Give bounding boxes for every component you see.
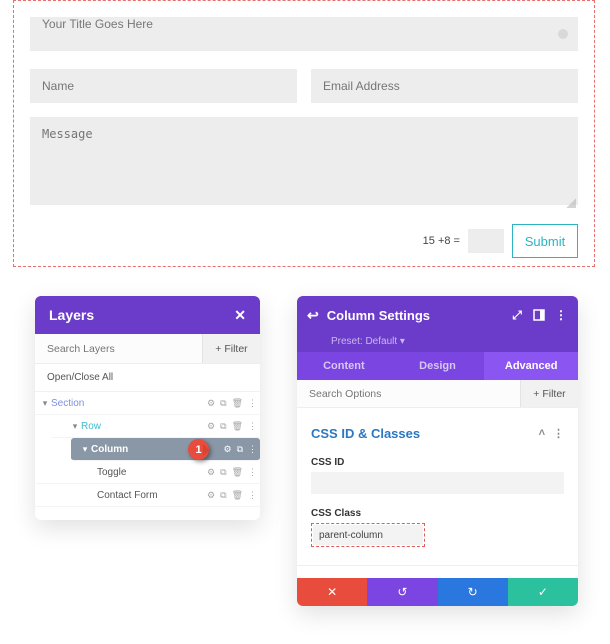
tree-item-toggle[interactable]: Toggle ⚙ ⧉ 🗑 ⋮ — [35, 461, 260, 484]
trash-icon[interactable]: 🗑 — [232, 421, 243, 432]
layers-tree: ▾ Section ⚙ ⧉ 🗑 ⋮ ▾ Row ⚙ ⧉ 🗑 ⋮ ▾ Column — [35, 392, 260, 507]
settings-title: Column Settings — [327, 308, 502, 323]
duplicate-icon[interactable]: ⧉ — [220, 398, 226, 409]
preset-row[interactable]: Preset: Default ▾ — [297, 334, 578, 352]
undo-button[interactable]: ↺ — [367, 578, 437, 606]
tree-item-actions: ⚙ ⧉ 🗑 ⋮ — [207, 484, 257, 506]
chevron-up-icon[interactable]: ˄ — [539, 427, 545, 440]
tree-item-contact-form[interactable]: Contact Form ⚙ ⧉ 🗑 ⋮ — [35, 484, 260, 507]
marker-number: 1 — [195, 444, 201, 456]
kebab-icon[interactable]: ⋮ — [248, 398, 257, 409]
kebab-icon[interactable]: ⋮ — [248, 421, 257, 432]
chevron-down-icon[interactable]: ▾ — [69, 421, 81, 432]
back-arrow-icon[interactable]: ↩ — [307, 307, 319, 324]
settings-body: CSS ID & Classes ˄ ⋮ CSS ID CSS Class — [297, 408, 578, 547]
kebab-icon[interactable]: ⋮ — [248, 490, 257, 501]
css-class-input[interactable] — [313, 525, 423, 545]
gear-icon[interactable]: ⚙ — [207, 490, 215, 501]
layers-filter-button[interactable]: + Filter — [202, 334, 260, 363]
save-button[interactable]: ✓ — [508, 578, 578, 606]
accordion-title: CSS ID & Classes — [311, 426, 420, 441]
dock-icon[interactable] — [532, 308, 546, 322]
tree-item-row[interactable]: ▾ Row ⚙ ⧉ 🗑 ⋮ — [51, 415, 260, 438]
callout-marker: 1 — [188, 439, 209, 460]
css-class-label: CSS Class — [311, 508, 564, 519]
redo-button[interactable]: ↻ — [438, 578, 508, 606]
expand-icon[interactable]: ⤢ — [510, 308, 524, 322]
layers-search-input[interactable] — [35, 334, 202, 363]
title-field[interactable]: Your Title Goes Here — [30, 17, 578, 51]
gear-icon[interactable]: ⚙ — [223, 444, 231, 455]
close-icon[interactable]: ✕ — [234, 307, 246, 324]
settings-search-input[interactable] — [297, 380, 520, 407]
trash-icon[interactable]: 🗑 — [232, 490, 243, 501]
clear-icon[interactable] — [558, 29, 568, 39]
tab-content[interactable]: Content — [297, 352, 391, 380]
tree-item-actions: ⚙ ⧉ 🗑 ⋮ — [207, 392, 257, 414]
chevron-down-icon[interactable]: ▾ — [39, 398, 51, 409]
tree-item-section[interactable]: ▾ Section ⚙ ⧉ 🗑 ⋮ — [35, 392, 260, 415]
open-close-all[interactable]: Open/Close All — [35, 364, 260, 392]
tree-item-actions: ⚙ ⧉ 🗑 ⋮ — [207, 415, 257, 437]
kebab-icon[interactable]: ⋮ — [248, 444, 257, 455]
tree-item-column[interactable]: ▾ Column ⚙ ⧉ ⋮ — [71, 438, 260, 461]
layers-title: Layers — [49, 307, 94, 323]
css-id-input[interactable] — [311, 472, 564, 494]
captcha-input[interactable] — [468, 229, 504, 253]
chevron-down-icon[interactable]: ▾ — [79, 444, 91, 455]
settings-tabs: Content Design Advanced — [297, 352, 578, 380]
css-id-label: CSS ID — [311, 457, 564, 468]
settings-filter-button[interactable]: + Filter — [520, 380, 578, 407]
css-class-highlight — [311, 523, 425, 547]
gear-icon[interactable]: ⚙ — [207, 398, 215, 409]
accordion-css-id-classes[interactable]: CSS ID & Classes ˄ ⋮ — [311, 418, 564, 451]
captcha-label: 15 +8 = — [423, 235, 460, 247]
trash-icon[interactable]: 🗑 — [232, 398, 243, 409]
tree-item-actions: ⚙ ⧉ 🗑 ⋮ — [207, 461, 257, 483]
kebab-icon[interactable]: ⋮ — [553, 427, 564, 440]
duplicate-icon[interactable]: ⧉ — [220, 467, 226, 478]
tab-advanced[interactable]: Advanced — [484, 352, 578, 380]
settings-panel-header: ↩ Column Settings ⤢ ⋮ — [297, 296, 578, 334]
chevron-down-icon: ▾ — [397, 336, 405, 347]
kebab-icon[interactable]: ⋮ — [554, 308, 568, 322]
resize-handle-icon[interactable] — [566, 198, 576, 208]
kebab-icon[interactable]: ⋮ — [248, 467, 257, 478]
gear-icon[interactable]: ⚙ — [207, 467, 215, 478]
email-field[interactable] — [311, 69, 578, 103]
settings-action-bar: ✕ ↺ ↻ ✓ — [297, 578, 578, 606]
trash-icon[interactable]: 🗑 — [232, 467, 243, 478]
tab-design[interactable]: Design — [391, 352, 485, 380]
preset-label: Preset: Default — [331, 336, 397, 347]
tree-item-actions: ⚙ ⧉ ⋮ — [223, 438, 257, 460]
column-settings-panel: ↩ Column Settings ⤢ ⋮ Preset: Default ▾ … — [297, 296, 578, 606]
duplicate-icon[interactable]: ⧉ — [220, 421, 226, 432]
message-field[interactable] — [30, 117, 578, 205]
name-field[interactable] — [30, 69, 297, 103]
layers-panel: Layers ✕ + Filter Open/Close All ▾ Secti… — [35, 296, 260, 520]
duplicate-icon[interactable]: ⧉ — [220, 490, 226, 501]
duplicate-icon[interactable]: ⧉ — [237, 444, 243, 455]
title-placeholder: Your Title Goes Here — [42, 17, 153, 31]
layers-panel-header: Layers ✕ — [35, 296, 260, 334]
contact-form-row: Your Title Goes Here 15 +8 = Submit — [13, 0, 595, 267]
submit-button[interactable]: Submit — [512, 224, 578, 258]
gear-icon[interactable]: ⚙ — [207, 421, 215, 432]
cancel-button[interactable]: ✕ — [297, 578, 367, 606]
